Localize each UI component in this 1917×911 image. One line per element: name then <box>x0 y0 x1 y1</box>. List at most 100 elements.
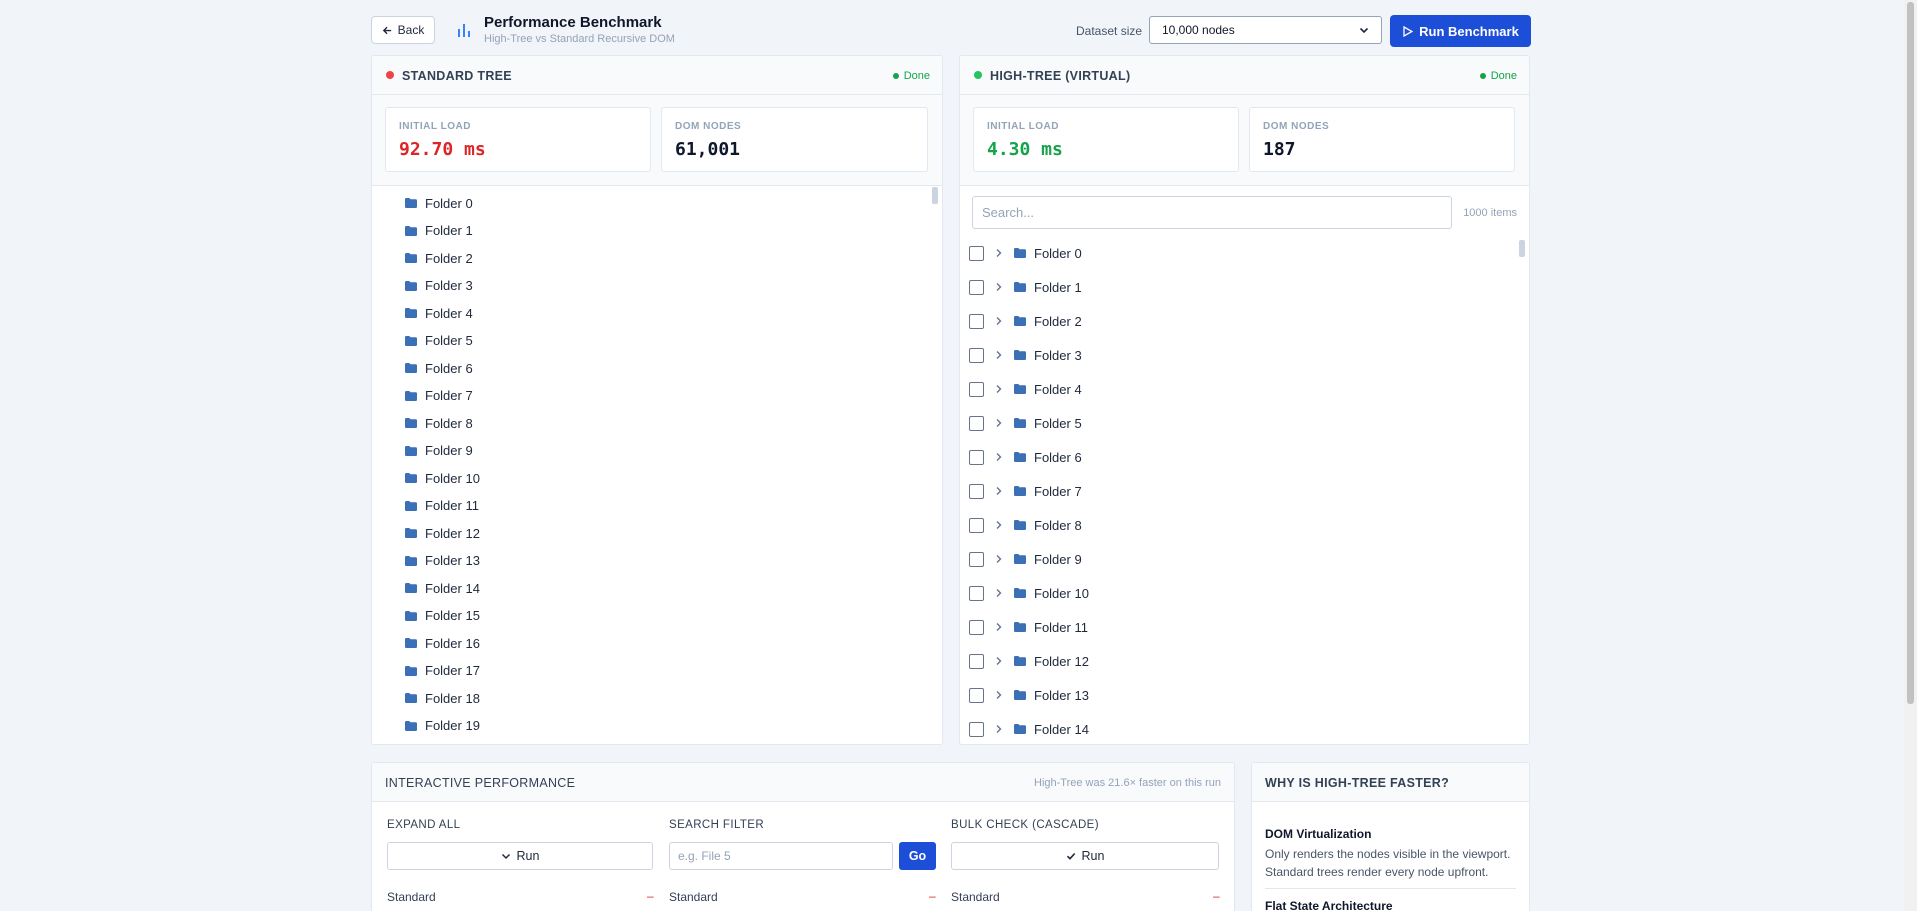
dataset-size-value: 10,000 nodes <box>1162 23 1235 37</box>
tree-node-label: Folder 4 <box>1034 381 1082 397</box>
chevron-right-icon[interactable] <box>995 486 1005 496</box>
tree-node[interactable]: Folder 14 <box>969 717 1089 741</box>
tree-node[interactable]: Folder 13 <box>405 551 480 571</box>
page-scrollbar-thumb[interactable] <box>1907 2 1914 704</box>
tree-node[interactable]: Folder 8 <box>969 513 1082 537</box>
chevron-right-icon[interactable] <box>995 316 1005 326</box>
panel-title: HIGH-TREE (VIRTUAL) <box>990 69 1131 83</box>
chevron-right-icon[interactable] <box>995 656 1005 666</box>
node-checkbox[interactable] <box>969 415 984 431</box>
tree-node[interactable]: Folder 19 <box>405 716 480 736</box>
tree-node[interactable]: Folder 11 <box>969 615 1088 639</box>
search-input[interactable]: Search... <box>972 196 1452 229</box>
tree-node[interactable]: Folder 7 <box>405 386 473 406</box>
tree-node[interactable]: Folder 18 <box>405 688 480 708</box>
node-checkbox[interactable] <box>969 347 984 363</box>
node-checkbox[interactable] <box>969 653 984 669</box>
scrollbar-thumb[interactable] <box>1519 240 1525 257</box>
tree-node[interactable]: Folder 6 <box>405 358 473 378</box>
tree-node[interactable]: Folder 10 <box>405 468 480 488</box>
panel-header: INTERACTIVE PERFORMANCE High-Tree was 21… <box>372 763 1234 802</box>
chevron-right-icon[interactable] <box>995 350 1005 360</box>
why-item-title: DOM Virtualization <box>1265 827 1372 841</box>
tree-node[interactable]: Folder 5 <box>969 411 1082 435</box>
tree-node[interactable]: Folder 1 <box>969 275 1082 299</box>
tree-node[interactable]: Folder 0 <box>405 193 473 213</box>
tree-node[interactable]: Folder 9 <box>969 547 1082 571</box>
node-checkbox[interactable] <box>969 313 984 329</box>
folder-icon <box>405 610 417 621</box>
chevron-right-icon[interactable] <box>995 452 1005 462</box>
run-benchmark-button[interactable]: Run Benchmark <box>1390 15 1531 47</box>
tree-node[interactable]: Folder 2 <box>405 248 473 268</box>
chevron-right-icon[interactable] <box>995 520 1005 530</box>
tree-node[interactable]: Folder 5 <box>405 331 473 351</box>
standard-tree-list[interactable]: Folder 0 Folder 1 Folder 2 Folder 3 Folder 4… <box>372 187 942 744</box>
tree-node[interactable]: Folder 12 <box>405 523 480 543</box>
tree-node-label: Folder 5 <box>1034 415 1082 431</box>
tree-node[interactable]: Folder 3 <box>405 276 473 296</box>
status-badge: Done <box>1479 70 1517 82</box>
chevron-right-icon[interactable] <box>995 282 1005 292</box>
tree-node[interactable]: Folder 6 <box>969 445 1082 469</box>
search-filter-label: SEARCH FILTER <box>669 819 765 831</box>
chevron-down-icon <box>1359 27 1369 34</box>
chevron-down-icon <box>501 853 510 860</box>
node-checkbox[interactable] <box>969 483 984 499</box>
node-checkbox[interactable] <box>969 245 984 261</box>
tree-node-label: Folder 6 <box>425 360 473 376</box>
node-checkbox[interactable] <box>969 381 984 397</box>
dom-nodes-card: DOM NODES 187 <box>1249 107 1515 172</box>
tree-node[interactable]: Folder 17 <box>405 661 480 681</box>
node-checkbox[interactable] <box>969 619 984 635</box>
tree-node[interactable]: Folder 14 <box>405 578 480 598</box>
node-checkbox[interactable] <box>969 721 984 737</box>
tree-node[interactable]: Folder 4 <box>405 303 473 323</box>
tree-node[interactable]: Folder 9 <box>405 441 473 461</box>
virtual-tree-list[interactable]: Folder 0 Folder 1 Folder 2 Folder 3 Folder 4… <box>960 237 1529 744</box>
node-checkbox[interactable] <box>969 585 984 601</box>
node-checkbox[interactable] <box>969 551 984 567</box>
tree-node[interactable]: Folder 0 <box>969 241 1082 265</box>
tree-node[interactable]: Folder 16 <box>405 633 480 653</box>
chevron-right-icon[interactable] <box>995 248 1005 258</box>
tree-node[interactable]: Folder 2 <box>969 309 1082 333</box>
tree-node[interactable]: Folder 3 <box>969 343 1082 367</box>
tree-node[interactable]: Folder 4 <box>969 377 1082 401</box>
chevron-right-icon[interactable] <box>995 418 1005 428</box>
dataset-size-select[interactable]: 10,000 nodes <box>1149 16 1382 44</box>
scrollbar-thumb[interactable] <box>932 187 938 204</box>
tree-node[interactable]: Folder 13 <box>969 683 1089 707</box>
divider <box>1265 888 1516 889</box>
tree-node[interactable]: Folder 10 <box>969 581 1089 605</box>
chevron-right-icon[interactable] <box>995 554 1005 564</box>
tree-node-label: Folder 7 <box>1034 483 1082 499</box>
folder-icon <box>1014 622 1026 632</box>
node-checkbox[interactable] <box>969 517 984 533</box>
bulk-check-run-button[interactable]: Run <box>951 842 1219 870</box>
tree-node[interactable]: Folder 7 <box>969 479 1082 503</box>
node-checkbox[interactable] <box>969 687 984 703</box>
folder-icon <box>1014 384 1026 394</box>
tree-node[interactable]: Folder 15 <box>405 606 480 626</box>
expand-all-run-button[interactable]: Run <box>387 842 653 870</box>
chevron-right-icon[interactable] <box>995 724 1005 734</box>
node-checkbox[interactable] <box>969 449 984 465</box>
run-label: Run <box>1081 849 1105 863</box>
node-checkbox[interactable] <box>969 279 984 295</box>
tree-node[interactable]: Folder 12 <box>969 649 1089 673</box>
chevron-right-icon[interactable] <box>995 622 1005 632</box>
tree-node[interactable]: Folder 8 <box>405 413 473 433</box>
chevron-right-icon[interactable] <box>995 588 1005 598</box>
why-item: DOM Virtualization Only renders the node… <box>1265 827 1529 881</box>
tree-node-label: Folder 13 <box>1034 687 1089 703</box>
search-filter-standard-label: Standard <box>669 890 718 904</box>
page-scrollbar[interactable] <box>1904 0 1917 911</box>
chevron-right-icon[interactable] <box>995 384 1005 394</box>
tree-node[interactable]: Folder 11 <box>405 496 479 516</box>
go-button[interactable]: Go <box>899 842 936 870</box>
filter-input[interactable]: e.g. File 5 <box>669 842 893 870</box>
back-button[interactable]: Back <box>371 16 435 44</box>
chevron-right-icon[interactable] <box>995 690 1005 700</box>
tree-node[interactable]: Folder 1 <box>405 221 473 241</box>
